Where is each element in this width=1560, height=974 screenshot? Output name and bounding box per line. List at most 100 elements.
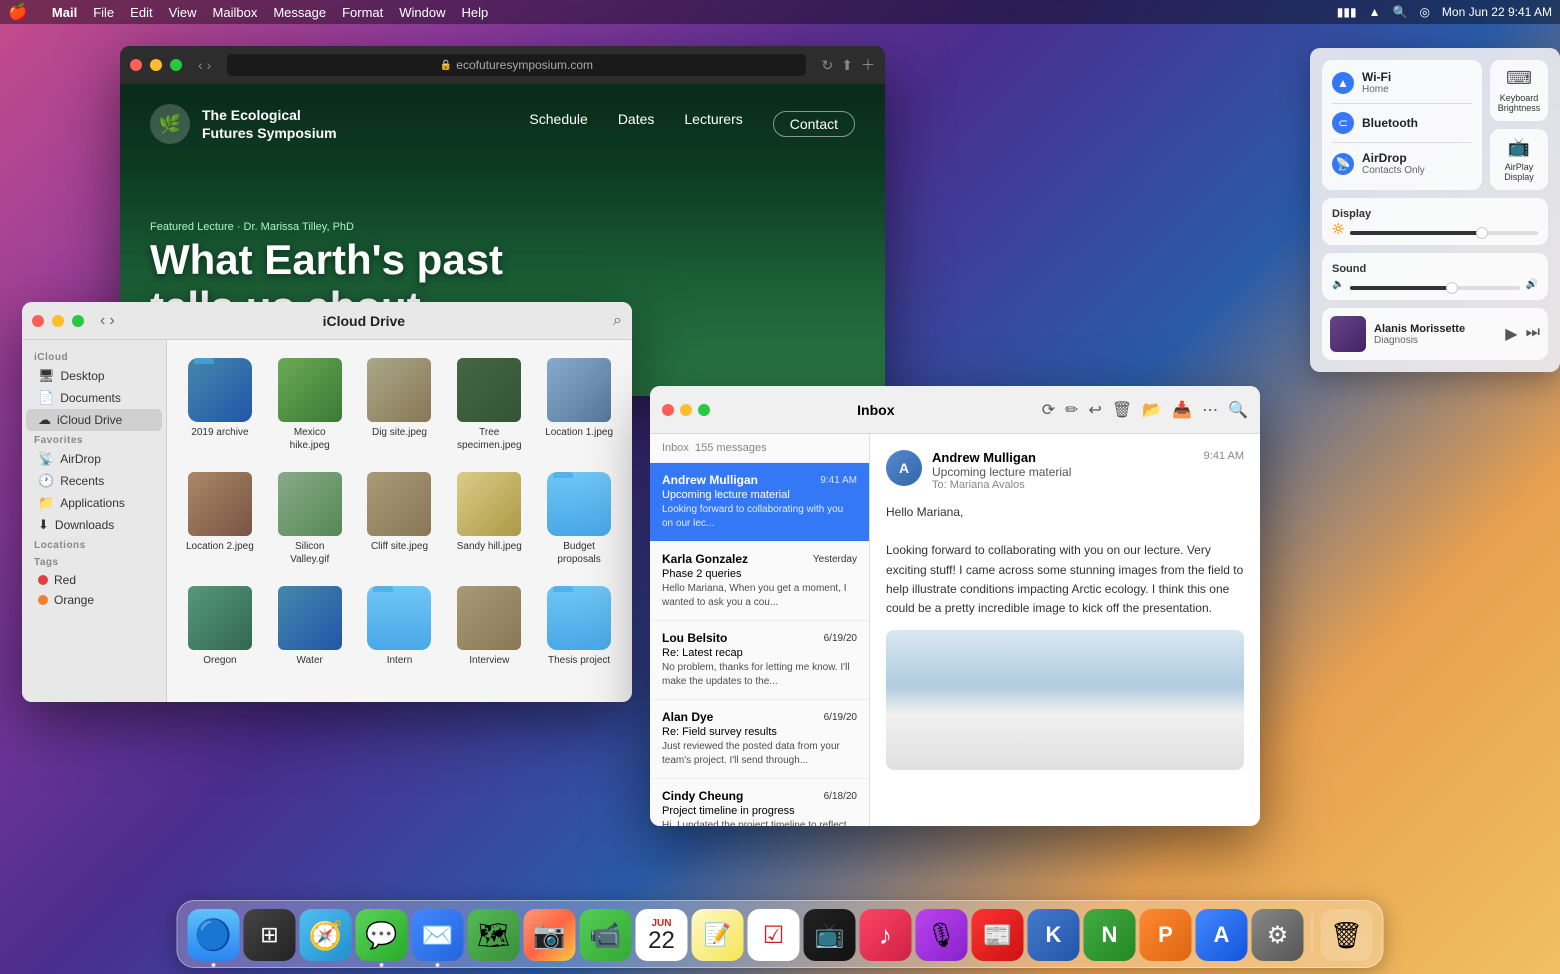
reply-icon[interactable]: ↩ [1089, 400, 1102, 420]
finder-search-icon[interactable]: ⌕ [613, 312, 622, 330]
sidebar-item-recents[interactable]: 🕐 Recents [26, 470, 162, 492]
mail-item[interactable]: Lou Belsito6/19/20Re: Latest recapNo pro… [650, 621, 869, 700]
cc-keyboard-tile[interactable]: ⌨ KeyboardBrightness [1490, 60, 1548, 121]
sidebar-item-downloads[interactable]: ⬇ Downloads [26, 514, 162, 536]
dock-icon-facetime[interactable]: 📹 [580, 909, 632, 961]
dock-icon-numbers[interactable]: N [1084, 909, 1136, 961]
dock-icon-safari[interactable]: 🧭 [300, 909, 352, 961]
dock-icon-notes[interactable]: 📝 [692, 909, 744, 961]
dock-icon-launchpad[interactable]: ⊞ [244, 909, 296, 961]
applications-icon: 📁 [38, 495, 54, 511]
menu-app-name[interactable]: Mail [52, 5, 77, 20]
dock-icon-maps[interactable]: 🗺 [468, 909, 520, 961]
mail-item[interactable]: Karla GonzalezYesterdayPhase 2 queriesHe… [650, 542, 869, 621]
sound-slider[interactable] [1350, 286, 1519, 290]
file-item[interactable]: Interview [448, 580, 530, 673]
finder-fullscreen[interactable] [72, 315, 84, 327]
finder-close[interactable] [32, 315, 44, 327]
move-icon[interactable]: 📂 [1142, 400, 1162, 420]
mail-fullscreen[interactable] [698, 404, 710, 416]
nav-lecturers[interactable]: Lecturers [684, 111, 742, 137]
file-item[interactable]: Cliff site.jpeg [359, 466, 441, 572]
mail-search-icon[interactable]: 🔍 [1228, 400, 1248, 420]
dock-icon-messages[interactable]: 💬 [356, 909, 408, 961]
sidebar-applications-label: Applications [60, 496, 125, 510]
siri-icon[interactable]: ◎ [1419, 5, 1429, 19]
nav-contact[interactable]: Contact [773, 111, 855, 137]
sidebar-tag-orange[interactable]: Orange [26, 590, 162, 610]
file-item[interactable]: Location 1.jpeg [538, 352, 620, 458]
dock-icon-syspreferences[interactable]: ⚙ [1252, 909, 1304, 961]
sidebar-item-airdrop[interactable]: 📡 AirDrop [26, 448, 162, 470]
dock-icon-trash[interactable]: 🗑 [1321, 909, 1373, 961]
file-item[interactable]: Thesis project [538, 580, 620, 673]
mail-close[interactable] [662, 404, 674, 416]
menu-format[interactable]: Format [342, 5, 383, 20]
finder-forward-icon[interactable]: › [109, 312, 114, 330]
skip-icon[interactable]: ⏭ [1526, 324, 1540, 344]
sidebar-item-documents[interactable]: 📄 Documents [26, 387, 162, 409]
play-icon[interactable]: ▶ [1505, 324, 1517, 344]
file-item[interactable]: Location 2.jpeg [179, 466, 261, 572]
compose-icon[interactable]: ✏ [1065, 400, 1078, 420]
nav-schedule[interactable]: Schedule [529, 111, 587, 137]
file-item[interactable]: Silicon Valley.gif [269, 466, 351, 572]
get-mail-icon[interactable]: ⟳ [1042, 400, 1055, 420]
menu-window[interactable]: Window [399, 5, 445, 20]
dock-icon-podcasts[interactable]: 🎙 [916, 909, 968, 961]
mail-minimize[interactable] [680, 404, 692, 416]
file-item[interactable]: Dig site.jpeg [359, 352, 441, 458]
nav-dates[interactable]: Dates [618, 111, 655, 137]
fullscreen-button[interactable] [170, 59, 182, 71]
menu-help[interactable]: Help [462, 5, 489, 20]
file-item[interactable]: Tree specimen.jpeg [448, 352, 530, 458]
menu-edit[interactable]: Edit [130, 5, 152, 20]
new-tab-icon[interactable]: ＋ [861, 55, 875, 75]
menu-view[interactable]: View [169, 5, 197, 20]
delete-icon[interactable]: 🗑 [1112, 400, 1132, 420]
url-bar[interactable]: 🔒 ecofuturesymposium.com [227, 54, 805, 76]
dock-icon-appletv[interactable]: 📺 [804, 909, 856, 961]
dock-icon-pages[interactable]: P [1140, 909, 1192, 961]
display-slider[interactable] [1350, 231, 1538, 235]
more-actions-icon[interactable]: ⋯ [1202, 400, 1218, 420]
search-icon[interactable]: 🔍 [1392, 5, 1407, 19]
apple-logo[interactable]: 🍎 [8, 2, 28, 22]
menu-mailbox[interactable]: Mailbox [213, 5, 258, 20]
dock-icon-photos[interactable]: 📷 [524, 909, 576, 961]
file-item[interactable]: Intern [359, 580, 441, 673]
menu-message[interactable]: Message [273, 5, 326, 20]
sidebar-item-desktop[interactable]: 🖥 Desktop [26, 365, 162, 387]
file-item[interactable]: Oregon [179, 580, 261, 673]
close-button[interactable] [130, 59, 142, 71]
file-name: Budget proposals [544, 540, 614, 566]
sidebar-item-icloud-drive[interactable]: ☁ iCloud Drive [26, 409, 162, 431]
finder-back-icon[interactable]: ‹ [100, 312, 105, 330]
sidebar-tag-red[interactable]: Red [26, 570, 162, 590]
dock-icon-calendar[interactable]: JUN 22 [636, 909, 688, 961]
dock-icon-music[interactable]: ♪ [860, 909, 912, 961]
menu-file[interactable]: File [93, 5, 114, 20]
cc-airplay-tile[interactable]: 📺 AirPlayDisplay [1490, 129, 1548, 190]
browser-nav[interactable]: ‹ › [198, 57, 211, 73]
file-item[interactable]: Water [269, 580, 351, 673]
dock-icon-reminders[interactable]: ☑ [748, 909, 800, 961]
mail-item[interactable]: Alan Dye6/19/20Re: Field survey resultsJ… [650, 700, 869, 779]
mail-item[interactable]: Andrew Mulligan9:41 AMUpcoming lecture m… [650, 463, 869, 542]
finder-minimize[interactable] [52, 315, 64, 327]
minimize-button[interactable] [150, 59, 162, 71]
file-item[interactable]: Sandy hill.jpeg [448, 466, 530, 572]
dock-icon-finder[interactable]: 🔵 [188, 909, 240, 961]
sidebar-item-applications[interactable]: 📁 Applications [26, 492, 162, 514]
dock-icon-mail[interactable]: ✉️ [412, 909, 464, 961]
dock-icon-keynote[interactable]: K [1028, 909, 1080, 961]
file-item[interactable]: 2019 archive [179, 352, 261, 458]
dock-icon-news[interactable]: 📰 [972, 909, 1024, 961]
file-item[interactable]: Budget proposals [538, 466, 620, 572]
share-icon[interactable]: ⬆ [841, 57, 853, 74]
archive-icon[interactable]: 📥 [1172, 400, 1192, 420]
refresh-icon[interactable]: ↻ [822, 57, 834, 74]
dock-icon-appstore[interactable]: A [1196, 909, 1248, 961]
file-item[interactable]: Mexico hike.jpeg [269, 352, 351, 458]
mail-item[interactable]: Cindy Cheung6/18/20Project timeline in p… [650, 779, 869, 826]
